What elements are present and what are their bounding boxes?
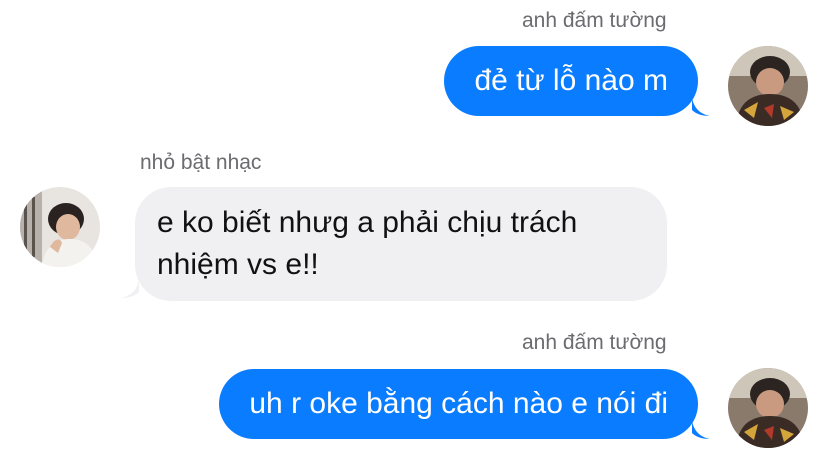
avatar[interactable] [728, 46, 808, 126]
incoming-message-bubble[interactable]: e ko biết nhưg a phải chịu trách nhiệm v… [135, 187, 667, 301]
bubble-tail [692, 421, 710, 439]
bubble-tail [692, 98, 710, 116]
user-avatar-icon [728, 46, 808, 126]
avatar[interactable] [20, 187, 100, 267]
sender-name: anh đấm tường [522, 9, 667, 32]
outgoing-message-bubble[interactable]: đẻ từ lỗ nào m [444, 46, 698, 116]
bubble-tail [121, 280, 139, 298]
sender-name: anh đấm tường [522, 331, 667, 354]
sender-name: nhỏ bật nhạc [140, 151, 262, 174]
user-avatar-icon [20, 187, 100, 267]
outgoing-message-bubble[interactable]: uh r oke bằng cách nào e nói đi [219, 369, 698, 439]
avatar[interactable] [728, 368, 808, 448]
user-avatar-icon [728, 368, 808, 448]
